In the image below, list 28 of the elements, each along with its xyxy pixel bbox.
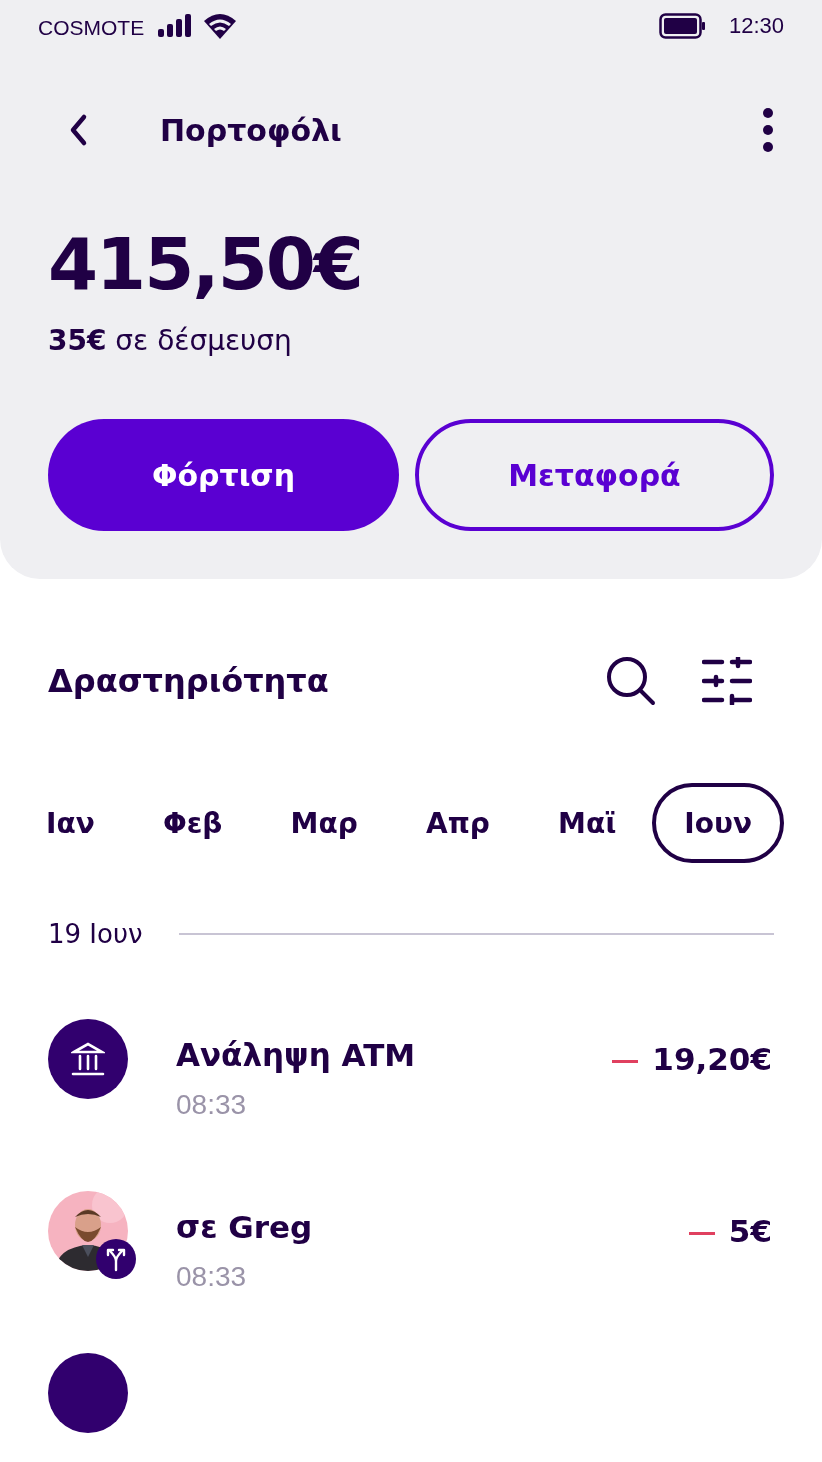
- transaction-title: Ανάληψη ATM: [176, 1037, 416, 1073]
- more-options-button[interactable]: [762, 108, 774, 152]
- transaction-title: σε Greg: [176, 1209, 313, 1245]
- section-title: Δραστηριότητα: [48, 662, 329, 700]
- date-heading: 19 Ιουν: [48, 919, 143, 949]
- month-tab[interactable]: Ιουν: [652, 783, 784, 863]
- month-tab[interactable]: Ιαν: [14, 783, 127, 863]
- transaction-time: 08:33: [176, 1261, 248, 1293]
- transfer-button[interactable]: Μεταφορά: [415, 419, 774, 531]
- page-title: Πορτοφόλι: [160, 112, 342, 148]
- transaction-amount: 19,20€: [652, 1041, 772, 1077]
- held-amount: 35€ σε δέσμευση: [48, 324, 293, 357]
- status-time: 12:30: [728, 13, 784, 39]
- battery-icon: [658, 13, 707, 39]
- month-tab[interactable]: Φεβ: [130, 783, 255, 863]
- month-tab[interactable]: Μαρ: [258, 783, 390, 863]
- minus-sign: [612, 1060, 639, 1063]
- month-tab[interactable]: Απρ: [394, 783, 522, 863]
- balance-amount: 415,50€: [48, 222, 363, 306]
- search-icon[interactable]: [606, 656, 658, 706]
- top-up-button[interactable]: Φόρτιση: [48, 419, 399, 531]
- carrier-name: COSMOTE: [38, 16, 145, 40]
- month-tab[interactable]: Μαϊ: [526, 783, 649, 863]
- transaction-time: 08:33: [176, 1089, 248, 1121]
- wifi-icon: [204, 13, 237, 39]
- minus-sign: [688, 1232, 715, 1235]
- filter-icon[interactable]: [702, 657, 752, 705]
- transaction-amount: 5€: [728, 1213, 772, 1249]
